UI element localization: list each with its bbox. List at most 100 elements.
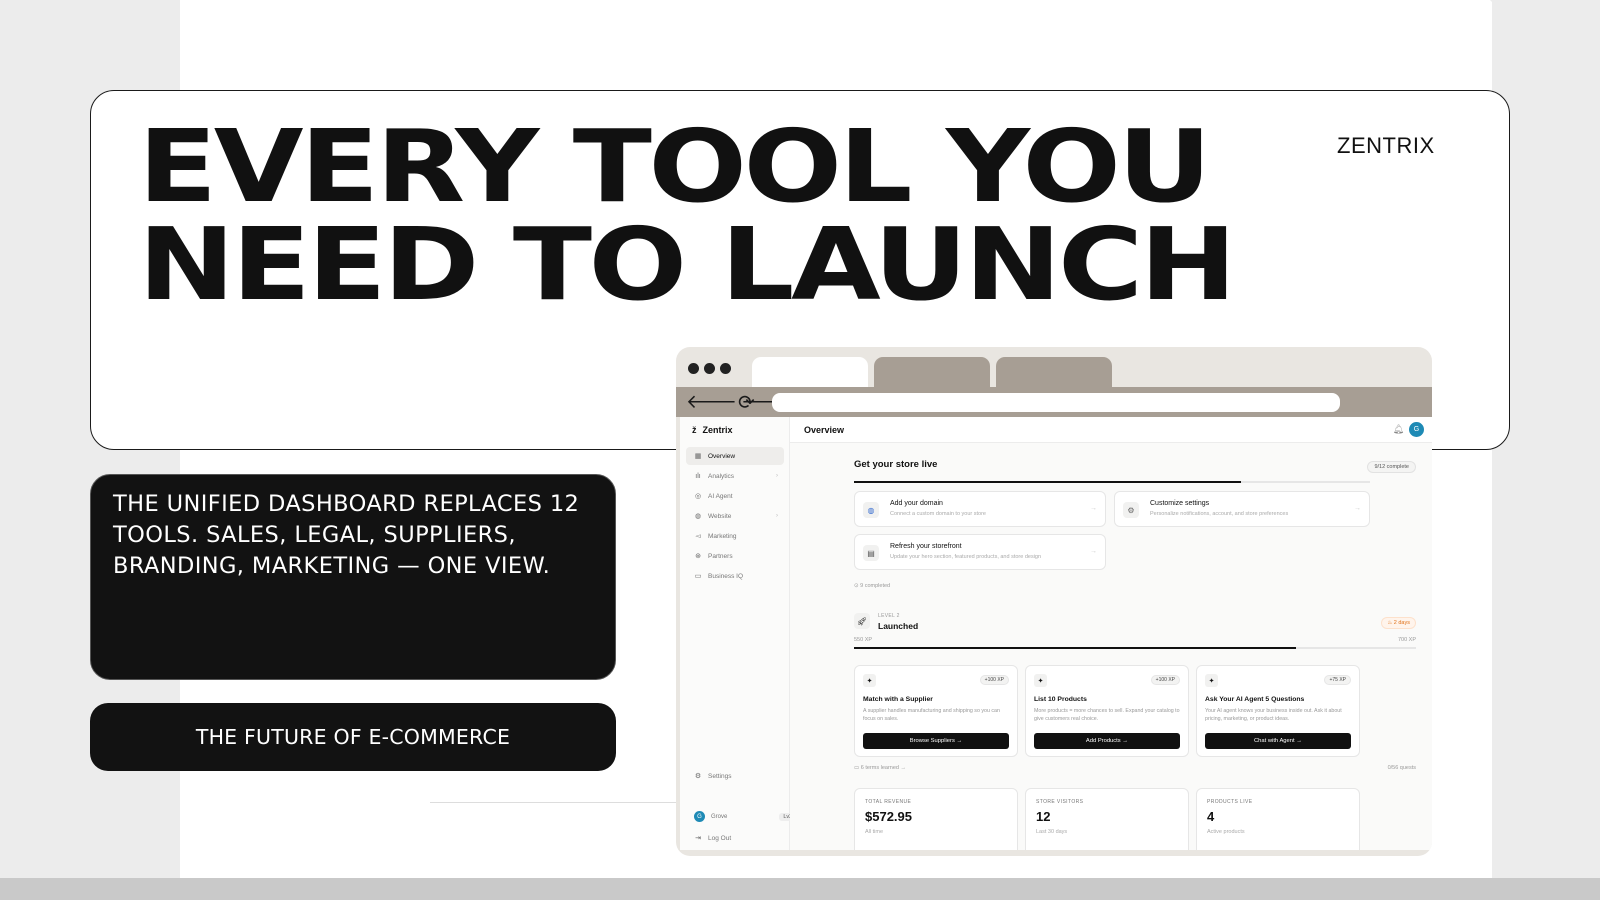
back-arrow-icon[interactable]: 🡐 xyxy=(686,391,737,413)
store-icon: ▤ xyxy=(863,545,879,561)
brand-name: ZENTRIX xyxy=(1337,133,1435,158)
stat-value: 12 xyxy=(1036,809,1051,824)
sidebar-item-website[interactable]: ◍ Website › xyxy=(686,507,784,525)
sidebar-item-marketing[interactable]: ◅ Marketing xyxy=(686,527,784,545)
setup-progress-bar xyxy=(854,481,1370,483)
streak-badge: ♨ 2 days xyxy=(1381,617,1416,629)
bar-chart-icon: ılı xyxy=(695,472,701,480)
gear-icon: ⚙ xyxy=(694,773,702,780)
quest-xp: +100 XP xyxy=(979,675,1009,685)
globe-icon: ◍ xyxy=(863,502,879,518)
level-name: Launched xyxy=(878,621,919,631)
quest-description: A supplier handles manufacturing and shi… xyxy=(863,708,1000,722)
description-text: THE UNIFIED DASHBOARD REPLACES 12 TOOLS.… xyxy=(113,491,580,579)
sidebar: ž Zentrix ▦ Overview ılı Analytics › ◎ A… xyxy=(680,417,797,850)
task-title: Refresh your storefront xyxy=(890,543,962,550)
app-header: Overview 🔔︎ G xyxy=(790,417,1432,443)
task-subtitle: Personalize notifications, account, and … xyxy=(1150,511,1289,517)
address-bar[interactable] xyxy=(772,393,1340,412)
terms-learned: 6 terms learned xyxy=(860,765,899,771)
chat-with-agent-button[interactable]: Chat with Agent → xyxy=(1205,733,1351,749)
quest-card: ✦ +75 XP Ask Your AI Agent 5 Questions Y… xyxy=(1196,665,1360,757)
megaphone-icon: ◅ xyxy=(695,533,701,540)
xp-target: 700 XP xyxy=(1397,637,1416,643)
avatar: G xyxy=(694,811,705,822)
sparkle-icon: ✦ xyxy=(1034,674,1047,687)
chevron-right-icon: › xyxy=(776,473,778,479)
completed-note: 9 completed xyxy=(860,583,891,589)
reload-icon[interactable]: ⟳ xyxy=(738,390,755,414)
quest-title: Match with a Supplier xyxy=(863,696,933,703)
stat-label: PRODUCTS LIVE xyxy=(1207,799,1253,805)
browser-tab-2[interactable] xyxy=(874,357,990,387)
sidebar-item-label: Overview xyxy=(708,452,736,460)
xp-progress-fill xyxy=(854,647,1296,649)
add-products-button[interactable]: Add Products → xyxy=(1034,733,1180,749)
user-name: Grove xyxy=(711,813,728,820)
task-refresh-storefront[interactable]: ▤ Refresh your storefront Update your he… xyxy=(854,534,1106,570)
app-viewport: ž Zentrix ▦ Overview ılı Analytics › ◎ A… xyxy=(680,417,1432,850)
stat-sub: All time xyxy=(865,829,884,835)
browse-suppliers-button[interactable]: Browse Suppliers → xyxy=(863,733,1009,749)
sidebar-item-label: Partners xyxy=(708,552,733,560)
quest-xp: +75 XP xyxy=(1324,675,1351,685)
stat-card-products: PRODUCTS LIVE 4 Active products xyxy=(1196,788,1360,850)
sidebar-item-settings[interactable]: ⚙ Settings xyxy=(686,767,784,785)
stat-card-revenue: TOTAL REVENUE $572.95 All time xyxy=(854,788,1018,850)
task-title: Customize settings xyxy=(1150,500,1210,507)
terms-learned-link[interactable]: ▭ 6 terms learned → xyxy=(854,765,906,771)
tagline-card: THE FUTURE OF E-COMMERCE xyxy=(90,703,616,771)
setup-progress-fill xyxy=(854,481,1241,483)
app-logo[interactable]: ž Zentrix xyxy=(692,425,733,435)
handshake-icon: ⊛ xyxy=(695,553,701,560)
browser-window: 🡐 🡒 ⟳ ž Zentrix ▦ Overview ılı Analytics… xyxy=(676,347,1432,856)
browser-tab-3[interactable] xyxy=(996,357,1112,387)
arrow-right-icon: → xyxy=(1090,505,1097,512)
stat-label: TOTAL REVENUE xyxy=(865,799,912,805)
quest-description: Your AI agent knows your business inside… xyxy=(1205,708,1342,722)
bot-icon: ◎ xyxy=(694,493,702,500)
browser-tab-active[interactable] xyxy=(752,357,868,387)
sidebar-item-logout[interactable]: ⇥ Log Out xyxy=(686,829,784,847)
close-dot[interactable] xyxy=(688,363,699,374)
sidebar-item-ai-agent[interactable]: ◎ AI Agent xyxy=(686,487,784,505)
quest-title: List 10 Products xyxy=(1034,696,1087,703)
task-subtitle: Connect a custom domain to your store xyxy=(890,511,986,517)
quest-xp: +100 XP xyxy=(1150,675,1180,685)
logo-icon: ž xyxy=(692,425,697,435)
browser-toolbar: 🡐 🡒 ⟳ xyxy=(676,387,1432,417)
sidebar-item-label: Business IQ xyxy=(708,572,744,580)
gear-icon: ⚙ xyxy=(1123,502,1139,518)
quest-card: ✦ +100 XP Match with a Supplier A suppli… xyxy=(854,665,1018,757)
sidebar-item-overview[interactable]: ▦ Overview xyxy=(686,447,784,465)
stat-card-visitors: STORE VISITORS 12 Last 30 days xyxy=(1025,788,1189,850)
sidebar-item-label: Analytics xyxy=(708,472,735,480)
page-title: Overview xyxy=(804,425,845,435)
task-customize-settings[interactable]: ⚙ Customize settings Personalize notific… xyxy=(1114,491,1370,527)
minimize-dot[interactable] xyxy=(704,363,715,374)
sidebar-item-analytics[interactable]: ılı Analytics › xyxy=(686,467,784,485)
headline: EVERY TOOL YOU NEED TO LAUNCH xyxy=(138,117,1530,315)
divider xyxy=(430,802,678,803)
setup-title: Get your store live xyxy=(854,459,938,470)
chevron-right-icon: › xyxy=(776,513,778,519)
sidebar-item-label: AI Agent xyxy=(708,492,733,500)
xp-progress-bar xyxy=(854,647,1416,649)
sidebar-item-label: Settings xyxy=(708,772,732,780)
maximize-dot[interactable] xyxy=(720,363,731,374)
user-avatar[interactable]: G xyxy=(1409,422,1424,437)
sidebar-item-business-iq[interactable]: ▭ Business IQ xyxy=(686,567,784,585)
rocket-icon: 🚀︎ xyxy=(854,613,870,629)
sidebar-item-partners[interactable]: ⊛ Partners xyxy=(686,547,784,565)
task-add-domain[interactable]: ◍ Add your domain Connect a custom domai… xyxy=(854,491,1106,527)
bell-icon[interactable]: 🔔︎ xyxy=(1393,424,1404,435)
quest-card: ✦ +100 XP List 10 Products More products… xyxy=(1025,665,1189,757)
sidebar-user[interactable]: G Grove Lv2 xyxy=(694,811,797,822)
book-icon: ▭ xyxy=(854,765,861,771)
task-title: Add your domain xyxy=(890,500,943,507)
arrow-right-icon: → xyxy=(898,765,906,771)
stat-sub: Last 30 days xyxy=(1036,829,1068,835)
grid-icon: ▦ xyxy=(694,453,702,460)
completed-toggle[interactable]: ⊙ 9 completed xyxy=(854,583,890,589)
stat-label: STORE VISITORS xyxy=(1036,799,1084,805)
